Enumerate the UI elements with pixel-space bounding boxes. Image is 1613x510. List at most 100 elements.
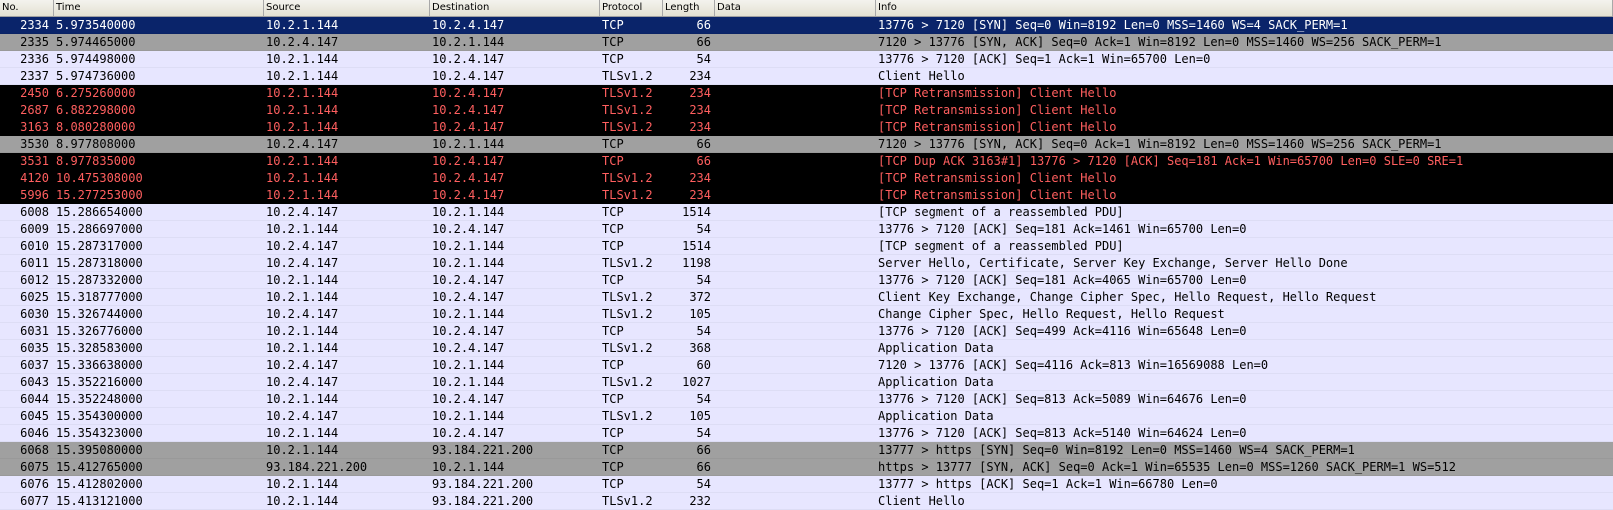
packet-time: 15.413121000 (56, 494, 143, 508)
packet-row[interactable]: 2687 6.882298000 10.2.1.144 10.2.4.147 TLSv1… (0, 102, 1613, 119)
packet-row[interactable]: 6031 15.326776000 10.2.1.144 10.2.4.147 TCP 5… (0, 323, 1613, 340)
packet-data (715, 68, 876, 84)
packet-data (715, 119, 876, 135)
packet-row[interactable]: 4120 10.475308000 10.2.1.144 10.2.4.147 TLSv… (0, 170, 1613, 187)
packet-row[interactable]: 6045 15.354300000 10.2.4.147 10.2.1.144 TLSv… (0, 408, 1613, 425)
packet-row[interactable]: 2335 5.974465000 10.2.4.147 10.2.1.144 TCP 66… (0, 34, 1613, 51)
packet-no: 6008 (20, 205, 49, 219)
packet-row[interactable]: 6077 15.413121000 10.2.1.144 93.184.221.200… (0, 493, 1613, 510)
packet-row[interactable]: 6044 15.352248000 10.2.1.144 10.2.4.147 TCP 5… (0, 391, 1613, 408)
packet-row[interactable]: 6025 15.318777000 10.2.1.144 10.2.4.147 TLSv… (0, 289, 1613, 306)
packet-length: 54 (696, 222, 711, 236)
packet-time: 8.977835000 (56, 154, 136, 168)
packet-info: https > 13777 [SYN, ACK] Seq=0 Ack=1 Win… (878, 460, 1456, 474)
packet-time: 15.354323000 (56, 426, 143, 440)
packet-row[interactable]: 2337 5.974736000 10.2.1.144 10.2.4.147 TLSv1… (0, 68, 1613, 85)
packet-source: 10.2.4.147 (266, 358, 339, 372)
packet-time: 15.336638000 (56, 358, 143, 372)
packet-destination: 10.2.1.144 (432, 137, 505, 151)
packet-info: 13777 > https [SYN] Seq=0 Win=8192 Len=0… (878, 443, 1355, 457)
packet-no: 2687 (20, 103, 49, 117)
packet-length: 54 (696, 477, 711, 491)
packet-time: 6.882298000 (56, 103, 136, 117)
packet-destination: 10.2.4.147 (432, 171, 505, 185)
packet-row[interactable]: 6076 15.412802000 10.2.1.144 93.184.221.200… (0, 476, 1613, 493)
packet-length: 1027 (682, 375, 711, 389)
packet-info: 13776 > 7120 [ACK] Seq=181 Ack=4065 Win=… (878, 273, 1247, 287)
packet-protocol: TCP (602, 222, 624, 236)
packet-protocol: TCP (602, 426, 624, 440)
packet-protocol: TCP (602, 392, 624, 406)
packet-row[interactable]: 6010 15.287317000 10.2.4.147 10.2.1.144 TCP 1… (0, 238, 1613, 255)
packet-row[interactable]: 3530 8.977808000 10.2.4.147 10.2.1.144 TCP 66… (0, 136, 1613, 153)
packet-length: 234 (689, 103, 711, 117)
packet-data (715, 391, 876, 407)
packet-length: 66 (696, 35, 711, 49)
packet-info: Application Data (878, 341, 994, 355)
packet-source: 10.2.1.144 (266, 222, 339, 236)
packet-protocol: TCP (602, 205, 624, 219)
column-header-source[interactable]: Source (264, 0, 430, 16)
packet-length: 372 (689, 290, 711, 304)
packet-row[interactable]: 2336 5.974498000 10.2.1.144 10.2.4.147 TCP 54… (0, 51, 1613, 68)
packet-source: 10.2.4.147 (266, 256, 339, 270)
packet-data (715, 51, 876, 67)
packet-row[interactable]: 6043 15.352216000 10.2.4.147 10.2.1.144 TLSv… (0, 374, 1613, 391)
packet-row[interactable]: 6037 15.336638000 10.2.4.147 10.2.1.144 TCP 6… (0, 357, 1613, 374)
packet-data (715, 272, 876, 288)
packet-row[interactable]: 3531 8.977835000 10.2.1.144 10.2.4.147 TCP 66… (0, 153, 1613, 170)
column-header-time[interactable]: Time (54, 0, 264, 16)
packet-info: [TCP Retransmission] Client Hello (878, 188, 1117, 202)
packet-info: 13776 > 7120 [ACK] Seq=813 Ack=5089 Win=… (878, 392, 1247, 406)
packet-source: 10.2.1.144 (266, 341, 339, 355)
column-header-data[interactable]: Data (715, 0, 876, 16)
packet-destination: 10.2.4.147 (432, 426, 505, 440)
packet-data (715, 102, 876, 118)
packet-row[interactable]: 5996 15.277253000 10.2.1.144 10.2.4.147 TLSv… (0, 187, 1613, 204)
packet-row[interactable]: 6075 15.412765000 93.184.221.200 10.2.1.144… (0, 459, 1613, 476)
packet-row[interactable]: 6046 15.354323000 10.2.1.144 10.2.4.147 TCP 5… (0, 425, 1613, 442)
column-header-no[interactable]: No. (0, 0, 54, 16)
column-header-length[interactable]: Length (663, 0, 715, 16)
packet-row[interactable]: 6030 15.326744000 10.2.4.147 10.2.1.144 TLSv… (0, 306, 1613, 323)
packet-source: 10.2.1.144 (266, 86, 339, 100)
packet-info: 13776 > 7120 [ACK] Seq=499 Ack=4116 Win=… (878, 324, 1247, 338)
packet-source: 10.2.1.144 (266, 52, 339, 66)
packet-row[interactable]: 6068 15.395080000 10.2.1.144 93.184.221.200… (0, 442, 1613, 459)
packet-length: 66 (696, 137, 711, 151)
packet-row[interactable]: 6012 15.287332000 10.2.1.144 10.2.4.147 TCP 5… (0, 272, 1613, 289)
packet-time: 15.326776000 (56, 324, 143, 338)
column-header-destination[interactable]: Destination (430, 0, 600, 16)
packet-destination: 10.2.4.147 (432, 86, 505, 100)
packet-time: 8.977808000 (56, 137, 136, 151)
packet-row[interactable]: 6008 15.286654000 10.2.4.147 10.2.1.144 TCP 1… (0, 204, 1613, 221)
packet-source: 10.2.4.147 (266, 239, 339, 253)
packet-protocol: TLSv1.2 (602, 341, 653, 355)
packet-row[interactable]: 6011 15.287318000 10.2.4.147 10.2.1.144 TLSv… (0, 255, 1613, 272)
packet-length: 1514 (682, 205, 711, 219)
packet-length: 234 (689, 69, 711, 83)
packet-row[interactable]: 6009 15.286697000 10.2.1.144 10.2.4.147 TCP 5… (0, 221, 1613, 238)
packet-length: 234 (689, 188, 711, 202)
packet-no: 2336 (20, 52, 49, 66)
packet-row[interactable]: 6035 15.328583000 10.2.1.144 10.2.4.147 TLSv… (0, 340, 1613, 357)
packet-row[interactable]: 2450 6.275260000 10.2.1.144 10.2.4.147 TLSv1… (0, 85, 1613, 102)
packet-length: 66 (696, 18, 711, 32)
packet-destination: 10.2.1.144 (432, 358, 505, 372)
packet-no: 6075 (20, 460, 49, 474)
packet-protocol: TCP (602, 154, 624, 168)
column-header-info[interactable]: Info (876, 0, 1613, 16)
packet-info: Application Data (878, 409, 994, 423)
packet-no: 6077 (20, 494, 49, 508)
packet-protocol: TCP (602, 358, 624, 372)
packet-time: 8.080280000 (56, 120, 136, 134)
packet-no: 6031 (20, 324, 49, 338)
packet-row[interactable]: 3163 8.080280000 10.2.1.144 10.2.4.147 TLSv1… (0, 119, 1613, 136)
packet-row[interactable]: 2334 5.973540000 10.2.1.144 10.2.4.147 TCP 66… (0, 17, 1613, 34)
packet-no: 6009 (20, 222, 49, 236)
packet-info: 7120 > 13776 [SYN, ACK] Seq=0 Ack=1 Win=… (878, 137, 1442, 151)
column-header-protocol[interactable]: Protocol (600, 0, 663, 16)
packet-no: 2335 (20, 35, 49, 49)
packet-destination: 10.2.4.147 (432, 52, 505, 66)
packet-no: 6068 (20, 443, 49, 457)
